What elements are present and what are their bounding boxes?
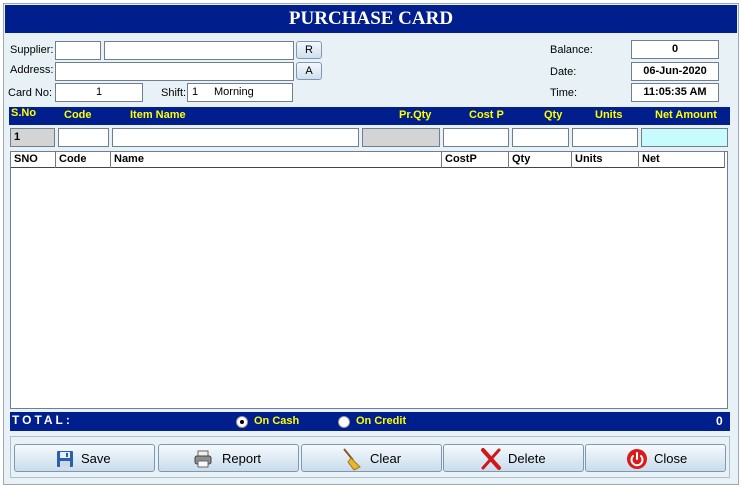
col-code-header: Code: [64, 109, 92, 121]
grid-col-costp[interactable]: CostP: [442, 152, 509, 168]
entry-header-bar: S.No Code Item Name Pr.Qty Cost P Qty Un…: [9, 107, 730, 125]
supplier-code-input[interactable]: [55, 41, 101, 60]
power-icon: [627, 449, 647, 469]
entry-code-input[interactable]: [58, 128, 109, 147]
col-sno-header: S.No: [11, 107, 37, 119]
broom-icon: [343, 448, 361, 471]
save-label: Save: [81, 451, 111, 466]
grid-col-sno[interactable]: SNO: [11, 152, 56, 168]
supplier-label: Supplier:: [10, 44, 54, 56]
card-no-input[interactable]: 1: [55, 83, 143, 102]
supplier-name-input[interactable]: [104, 41, 294, 60]
time-value: 11:05:35 AM: [631, 83, 719, 102]
report-label: Report: [222, 451, 262, 466]
entry-units-input[interactable]: [572, 128, 638, 147]
col-item-name-header: Item Name: [130, 109, 186, 121]
col-net-amount-header: Net Amount: [655, 109, 717, 121]
delete-label: Delete: [508, 451, 546, 466]
shift-number: 1: [192, 86, 199, 98]
shift-label: Shift:: [161, 87, 187, 99]
a-button[interactable]: A: [296, 62, 322, 80]
entry-costp-input[interactable]: [443, 128, 509, 147]
entry-prqty: [362, 128, 440, 147]
items-grid[interactable]: SNO Code Name CostP Qty Units Net: [10, 151, 728, 409]
total-bar: TOTAL: On Cash On Credit 0: [10, 412, 730, 431]
close-label: Close: [654, 451, 688, 466]
page-title: PURCHASE CARD: [5, 5, 737, 33]
date-value: 06-Jun-2020: [631, 62, 719, 81]
date-label: Date:: [550, 66, 577, 78]
grid-col-net[interactable]: Net: [639, 152, 725, 168]
delete-button[interactable]: Delete: [443, 444, 584, 472]
shift-input[interactable]: 1 Morning: [187, 83, 293, 102]
address-input[interactable]: [55, 62, 294, 81]
on-cash-label[interactable]: On Cash: [254, 415, 299, 427]
card-no-label: Card No:: [8, 87, 53, 99]
balance-value: 0: [631, 40, 719, 59]
col-prqty-header: Pr.Qty: [399, 109, 432, 121]
purchase-card-window: PURCHASE CARD Supplier: R Address: A Car…: [3, 3, 739, 485]
total-value: 0: [716, 414, 723, 428]
grid-header: SNO Code Name CostP Qty Units Net: [11, 152, 725, 168]
on-cash-radio[interactable]: [236, 416, 248, 428]
entry-item-name-input[interactable]: [112, 128, 359, 147]
col-units-header: Units: [595, 109, 623, 121]
clear-label: Clear: [370, 451, 402, 466]
clear-button[interactable]: Clear: [301, 444, 442, 472]
entry-sno: 1: [10, 128, 55, 147]
grid-col-name[interactable]: Name: [111, 152, 442, 168]
red-x-icon: [481, 448, 501, 470]
on-credit-radio[interactable]: [338, 416, 350, 428]
grid-col-qty[interactable]: Qty: [509, 152, 572, 168]
report-button[interactable]: Report: [158, 444, 299, 472]
on-credit-label[interactable]: On Credit: [356, 415, 406, 427]
grid-col-code[interactable]: Code: [56, 152, 111, 168]
shift-name: Morning: [214, 86, 254, 98]
balance-label: Balance:: [550, 44, 593, 56]
printer-icon: [194, 450, 212, 468]
total-label: TOTAL:: [12, 413, 73, 427]
entry-qty-input[interactable]: [512, 128, 569, 147]
address-label: Address:: [10, 64, 54, 76]
grid-col-units[interactable]: Units: [572, 152, 639, 168]
entry-net-amount: [641, 128, 728, 147]
button-bar: Save Report Clear Delete Close: [10, 436, 730, 478]
col-costp-header: Cost P: [469, 109, 504, 121]
close-button[interactable]: Close: [585, 444, 726, 472]
floppy-disk-icon: [57, 451, 73, 467]
time-label: Time:: [550, 87, 578, 99]
save-button[interactable]: Save: [14, 444, 155, 472]
col-qty-header: Qty: [544, 109, 563, 121]
r-button[interactable]: R: [296, 41, 322, 59]
